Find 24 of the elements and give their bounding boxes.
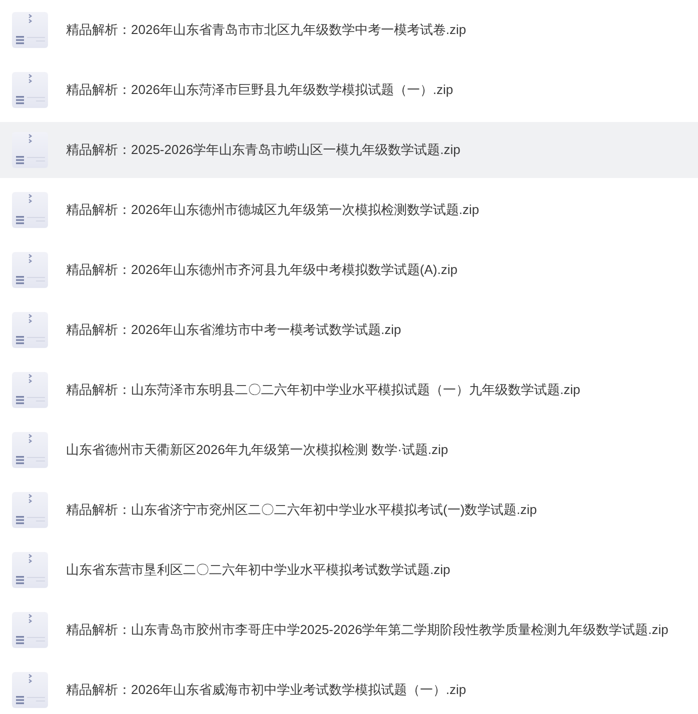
file-list-item[interactable]: 精品解析：2026年山东省威海市初中学业考试数学模拟试题（一）.zip (0, 662, 698, 714)
file-list-item[interactable]: 精品解析：2026年山东省青岛市市北区九年级数学中考一模考试卷.zip (0, 2, 698, 58)
zip-file-icon (12, 372, 48, 408)
zip-file-icon (12, 672, 48, 708)
zip-file-icon (12, 312, 48, 348)
zip-file-icon (12, 492, 48, 528)
zip-file-icon (12, 72, 48, 108)
file-list-item[interactable]: 精品解析：山东省济宁市兖州区二〇二六年初中学业水平模拟考试(一)数学试题.zip (0, 482, 698, 538)
file-list-item[interactable]: 精品解析：2026年山东菏泽市巨野县九年级数学模拟试题（一）.zip (0, 62, 698, 118)
zip-file-icon (12, 132, 48, 168)
zip-file-icon (12, 12, 48, 48)
zip-file-icon (12, 432, 48, 468)
file-list-item[interactable]: 精品解析：2026年山东省潍坊市中考一模考试数学试题.zip (0, 302, 698, 358)
file-list-item[interactable]: 精品解析：山东青岛市胶州市李哥庄中学2025-2026学年第二学期阶段性教学质量检测九年级数学试题.zip (0, 602, 698, 658)
file-list-item[interactable]: 精品解析：2025-2026学年山东青岛市崂山区一模九年级数学试题.zip (0, 122, 698, 178)
zip-file-icon (12, 612, 48, 648)
file-list-item[interactable]: 山东省东营市垦利区二〇二六年初中学业水平模拟考试数学试题.zip (0, 542, 698, 598)
zip-file-icon (12, 192, 48, 228)
file-list-item[interactable]: 精品解析：山东菏泽市东明县二〇二六年初中学业水平模拟试题（一）九年级数学试题.zip (0, 362, 698, 418)
zip-file-icon (12, 552, 48, 588)
file-list-item[interactable]: 山东省德州市天衢新区2026年九年级第一次模拟检测 数学·试题.zip (0, 422, 698, 478)
file-list-item[interactable]: 精品解析：2026年山东德州市齐河县九年级中考模拟数学试题(A).zip (0, 242, 698, 298)
file-list-item[interactable]: 精品解析：2026年山东德州市德城区九年级第一次模拟检测数学试题.zip (0, 182, 698, 238)
zip-file-icon (12, 252, 48, 288)
